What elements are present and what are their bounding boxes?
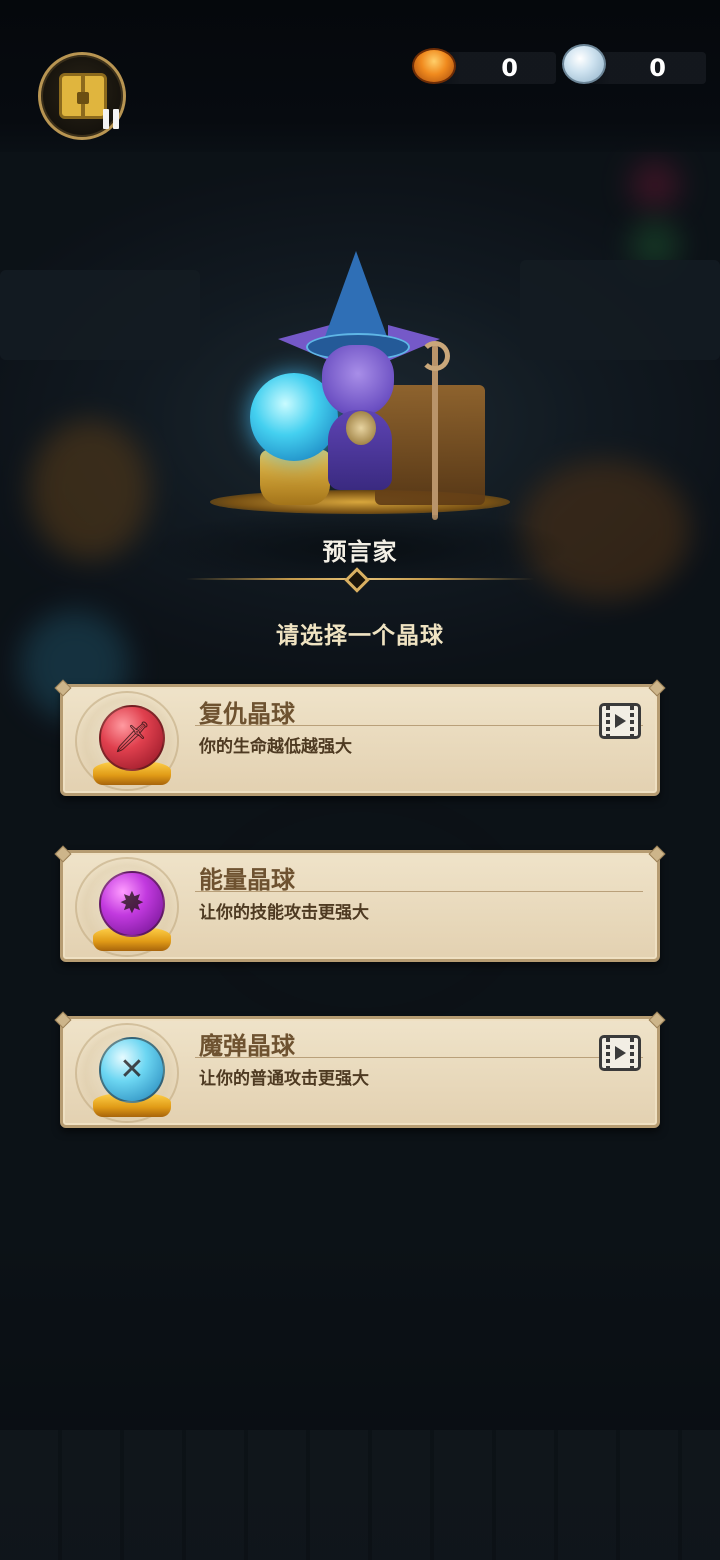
gold-coin-icon bbox=[412, 48, 456, 84]
selection-prompt: 请选择一个晶球 bbox=[276, 623, 444, 649]
pause-button[interactable] bbox=[38, 52, 126, 140]
dagger-icon: 🗡 bbox=[112, 720, 152, 755]
pause-icon bbox=[103, 109, 121, 129]
option-card-revenge-orb[interactable]: 🗡 复仇晶球 你的生命越低越强大 bbox=[60, 684, 660, 796]
option-name: 复仇晶球 bbox=[199, 700, 295, 728]
prophet-npc-portrait bbox=[200, 245, 520, 525]
crystal-gem-icon bbox=[562, 44, 606, 84]
burst-icon: ✸ bbox=[119, 886, 145, 921]
watch-video-icon bbox=[599, 1035, 641, 1071]
option-name: 魔弹晶球 bbox=[199, 1032, 295, 1060]
spellbook-icon bbox=[59, 73, 107, 119]
option-name: 能量晶球 bbox=[199, 866, 295, 894]
coin-value: 0 bbox=[501, 54, 518, 82]
option-description: 让你的普通攻击更强大 bbox=[199, 1069, 369, 1089]
coin-counter: 0 bbox=[412, 48, 556, 84]
gem-value: 0 bbox=[649, 54, 666, 82]
crossed-arrows-icon: ✕ bbox=[119, 1052, 145, 1087]
watch-video-icon bbox=[599, 703, 641, 739]
gem-counter: 0 bbox=[562, 44, 706, 84]
option-description: 你的生命越低越强大 bbox=[199, 737, 352, 757]
option-card-energy-orb[interactable]: ✸ 能量晶球 让你的技能攻击更强大 bbox=[60, 850, 660, 962]
option-description: 让你的技能攻击更强大 bbox=[199, 903, 369, 923]
npc-name: 预言家 bbox=[322, 538, 398, 566]
option-card-magic-bullet-orb[interactable]: ✕ 魔弹晶球 让你的普通攻击更强大 bbox=[60, 1016, 660, 1128]
